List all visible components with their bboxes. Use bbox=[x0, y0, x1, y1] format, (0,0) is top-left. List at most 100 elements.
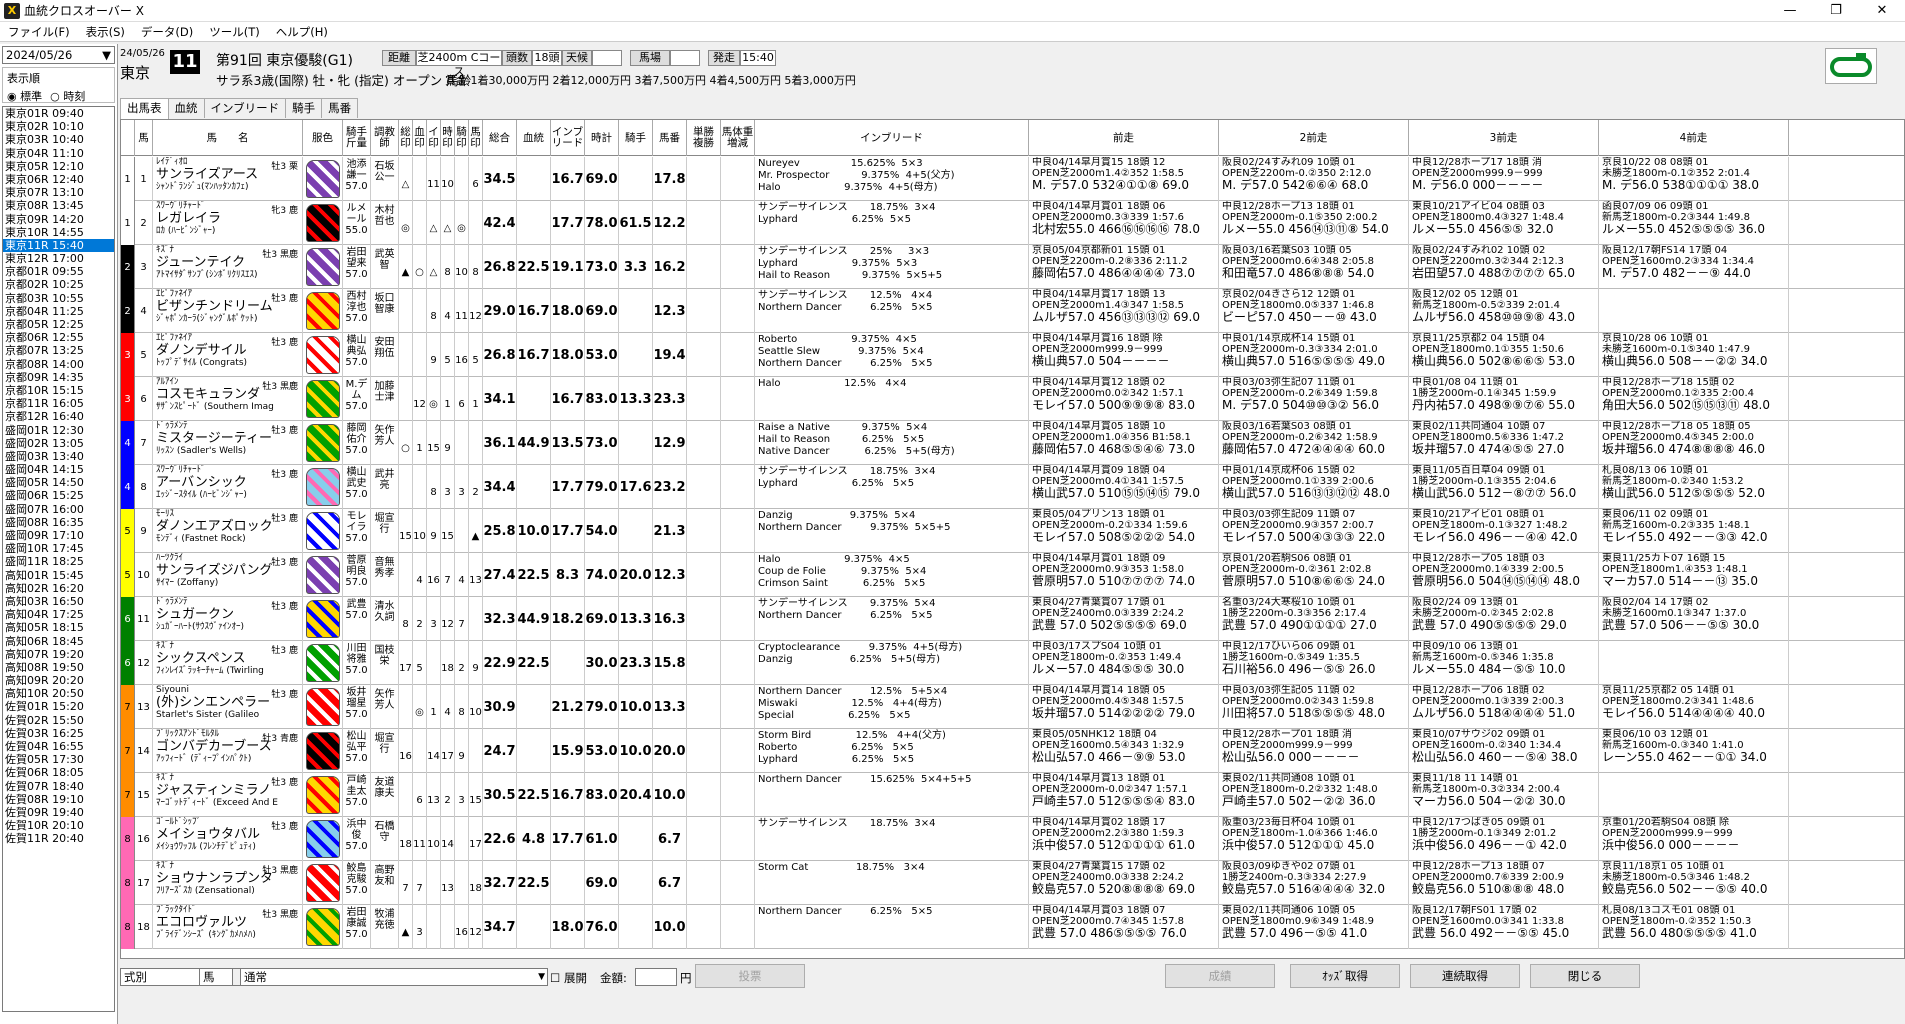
past-race-1[interactable]: 東良05/04プリン13 18頭 01 OPEN芝2000m-0.2①334 1:… bbox=[1029, 509, 1219, 553]
bet-button[interactable]: 投票 bbox=[695, 964, 805, 988]
jockey-cell[interactable]: 岩田望来 57.0 bbox=[343, 245, 371, 289]
past-race-3[interactable]: 中良12/28ホープ17 18頭 消 OPEN芝2000m999.9－999 M. … bbox=[1409, 157, 1599, 201]
tab-umaban[interactable]: 馬番 bbox=[321, 98, 359, 118]
entries-table[interactable]: 馬馬 名服色 騎手 斤量 調教 師総 印血 印イ 印時 印騎 印馬 印総合 血統 インブ… bbox=[120, 119, 1905, 959]
trainer-name[interactable]: 堀宣行 bbox=[371, 729, 399, 773]
past-race-4[interactable]: 京良10/22 08 08頭 01 未勝芝1800m-0.1②352 2:01.4… bbox=[1599, 157, 1789, 201]
mark-5[interactable]: ◎ bbox=[455, 201, 469, 245]
past-race-4[interactable]: 中良12/28ホープ18 15頭 02 OPEN芝2000m0.1②335 2:0… bbox=[1599, 377, 1789, 421]
mark-4[interactable]: 18 bbox=[441, 641, 455, 685]
jockey-cell[interactable]: 横山典弘 57.0 bbox=[343, 333, 371, 377]
mark-1[interactable] bbox=[399, 553, 413, 597]
jockey-name[interactable]: M.デム bbox=[346, 379, 368, 401]
race-list-item[interactable]: 京都08R 14:00 bbox=[3, 358, 114, 371]
jockey-cell[interactable]: 藤岡佑介 57.0 bbox=[343, 421, 371, 465]
past-race-3[interactable]: 東良11/18 11 14頭 01 新馬芝1800m-0.3②334 2:00.4… bbox=[1409, 773, 1599, 817]
mark-3[interactable]: 13 bbox=[427, 773, 441, 817]
past-race-1[interactable]: 中良04/14皐月賞12 18頭 02 OPEN芝2000m0.0②342 1:5… bbox=[1029, 377, 1219, 421]
mark-6[interactable] bbox=[469, 421, 483, 465]
past-race-1[interactable]: 東良04/27青葉賞07 17頭 01 OPEN芝2400m0.0③339 2:2… bbox=[1029, 597, 1219, 641]
mark-6[interactable]: 18 bbox=[469, 861, 483, 905]
jockey-cell[interactable]: 戸崎圭太 57.0 bbox=[343, 773, 371, 817]
table-row[interactable]: 6 11 ﾄﾞｩﾗﾒﾝﾃ シュガークン ｼｭｶﾞｰﾊｰﾄ(ｻｳｽｳﾞｧｲﾝｵｰ) 牡3 鹿… bbox=[121, 597, 1904, 641]
table-row[interactable]: 6 12 ｷｽﾞﾅ シックスペンス ﾌｨﾝﾚｲｽﾞﾗｯｷｰﾁｬｰﾑ (Twirling 牡… bbox=[121, 641, 1904, 685]
table-row[interactable]: 4 7 ﾄﾞｩﾗﾒﾝﾃ ミスタージーティー ﾘｯｽﾝ (Sadler's Wells) 牡… bbox=[121, 421, 1904, 465]
jockey-cell[interactable]: M.デム 57.0 bbox=[343, 377, 371, 421]
close-button[interactable]: 閉じる bbox=[1530, 964, 1640, 988]
past-race-3[interactable]: 中良12/28ホープ13 18頭 07 OPEN芝2000m0.7⑥339 2:0… bbox=[1409, 861, 1599, 905]
trainer-name[interactable]: 矢作芳人 bbox=[371, 421, 399, 465]
header-m2[interactable]: 血 印 bbox=[413, 120, 427, 156]
mark-4[interactable]: 1 bbox=[441, 377, 455, 421]
mark-5[interactable] bbox=[455, 157, 469, 201]
past-race-1[interactable]: 中良04/14皐月賞05 18頭 10 OPEN芝2000m1.0④356 B1:… bbox=[1029, 421, 1219, 465]
past-race-1[interactable]: 中良03/17スプS04 10頭 01 OPEN芝1800m-0.②353 1:4… bbox=[1029, 641, 1219, 685]
past-race-1[interactable]: 中良04/14皐月賞13 18頭 01 OPEN芝2000m-0.0②347 1:… bbox=[1029, 773, 1219, 817]
past-race-3[interactable]: 京良11/25京都2 04 15頭 04 OPEN芝1800m0.1①355 1:… bbox=[1409, 333, 1599, 377]
table-row[interactable]: 5 10 ﾊｰﾂｸﾗｲ サンライズジパング ｻｲﾏｰ (Zoffany) 牡3 鹿菅原明良… bbox=[121, 553, 1904, 597]
table-row[interactable]: 1 2 ｽﾜｰｳﾞﾘﾁｬｰﾄﾞ レガレイラ ﾛｶ (ﾊｰﾋﾞﾝｼﾞｬｰ) 牝3 鹿ルメール… bbox=[121, 201, 1904, 245]
race-list-item[interactable]: 高知07R 19:20 bbox=[3, 648, 114, 661]
past-race-4[interactable]: 京重01/20若駒S04 08頭 除 OPEN芝2000m999.9－999 浜中俊… bbox=[1599, 817, 1789, 861]
mark-6[interactable]: 12 bbox=[469, 905, 483, 949]
mark-1[interactable]: 15 bbox=[399, 509, 413, 553]
past-race-3[interactable]: 東良10/21アイビ01 08頭 01 OPEN芝1800m-0.1③327 1:… bbox=[1409, 509, 1599, 553]
mark-1[interactable]: 16 bbox=[399, 729, 413, 773]
race-list-item[interactable]: 京都06R 12:55 bbox=[3, 331, 114, 344]
race-list-item[interactable]: 高知06R 18:45 bbox=[3, 635, 114, 648]
past-race-4[interactable]: 東良06/10 03 12頭 01 新馬芝1600m-0.③340 1:41.0 レ… bbox=[1599, 729, 1789, 773]
header-m1[interactable]: 総 印 bbox=[399, 120, 413, 156]
mark-5[interactable]: 3 bbox=[455, 773, 469, 817]
past-race-2[interactable]: 阪良03/16若葉S03 10頭 05 OPEN芝2000m0.6④348 2:0… bbox=[1219, 245, 1409, 289]
race-list-item[interactable]: 盛岡02R 13:05 bbox=[3, 437, 114, 450]
mark-4[interactable]: 9 bbox=[441, 421, 455, 465]
mark-4[interactable]: 4 bbox=[441, 685, 455, 729]
mark-3[interactable]: 9 bbox=[427, 333, 441, 377]
table-row[interactable]: 7 14 ﾌﾞﾘｯｸｽｱﾝﾄﾞﾓﾙﾀﾙ ゴンバデカーブース ｱｯﾌｨｰﾄﾞ (ﾃﾞｨｰﾌ… bbox=[121, 729, 1904, 773]
past-race-2[interactable]: 阪良03/16若葉S03 08頭 01 OPEN芝2000m-0.2⑥342 1:… bbox=[1219, 421, 1409, 465]
mark-5[interactable]: 9 bbox=[455, 729, 469, 773]
race-list-item[interactable]: 京都03R 10:55 bbox=[3, 292, 114, 305]
mark-3[interactable] bbox=[427, 861, 441, 905]
mark-5[interactable] bbox=[455, 509, 469, 553]
mark-2[interactable]: 7 bbox=[413, 861, 427, 905]
jockey-name[interactable]: ルメール bbox=[347, 203, 367, 225]
mark-5[interactable]: 4 bbox=[455, 553, 469, 597]
minimize-icon[interactable]: — bbox=[1767, 0, 1813, 22]
horse-name-cell[interactable]: ｺﾞｰﾙﾄﾞｼｯﾌﾟ メイショウタバル ﾒｲｼｮｳﾜｯﾌﾙ (ﾌﾚﾝﾁﾃﾞﾋﾟｭﾃｨ… bbox=[153, 817, 303, 861]
past-race-4[interactable]: 京良11/18京1 05 10頭 01 未勝芝1800m-0.5③346 1:48… bbox=[1599, 861, 1789, 905]
mark-1[interactable]: ▲ bbox=[399, 245, 413, 289]
race-list-item[interactable]: 佐賀07R 18:40 bbox=[3, 780, 114, 793]
mark-6[interactable]: 2 bbox=[469, 465, 483, 509]
header-silk[interactable]: 服色 bbox=[303, 120, 343, 156]
jockey-name[interactable]: 川田将雅 bbox=[347, 643, 367, 665]
mark-6[interactable]: 12 bbox=[469, 289, 483, 333]
race-list-item[interactable]: 盛岡04R 14:15 bbox=[3, 463, 114, 476]
mark-5[interactable] bbox=[455, 817, 469, 861]
mark-3[interactable]: 8 bbox=[427, 465, 441, 509]
mark-4[interactable]: 5 bbox=[441, 333, 455, 377]
header-inb[interactable]: インブリード bbox=[755, 120, 1029, 156]
horse-name-cell[interactable]: ﾄﾞｩﾗﾒﾝﾃ シュガークン ｼｭｶﾞｰﾊｰﾄ(ｻｳｽｳﾞｧｲﾝｵｰ) 牡3 鹿 bbox=[153, 597, 303, 641]
jockey-cell[interactable]: 菅原明良 57.0 bbox=[343, 553, 371, 597]
past-race-2[interactable]: 中良12/28ホープ13 18頭 01 OPEN芝2000m-0.1⑤350 2:… bbox=[1219, 201, 1409, 245]
race-list-item[interactable]: 京都04R 11:25 bbox=[3, 305, 114, 318]
race-list-item[interactable]: 高知09R 20:20 bbox=[3, 674, 114, 687]
mark-2[interactable] bbox=[413, 333, 427, 377]
mark-5[interactable]: 16 bbox=[455, 905, 469, 949]
tab-pedigree[interactable]: 血統 bbox=[167, 98, 205, 118]
jockey-cell[interactable]: モレイラ 57.0 bbox=[343, 509, 371, 553]
race-list-item[interactable]: 東京06R 12:40 bbox=[3, 173, 114, 186]
race-list-item[interactable]: 佐賀04R 16:55 bbox=[3, 740, 114, 753]
tab-entries[interactable]: 出馬表 bbox=[120, 98, 169, 119]
race-list-item[interactable]: 盛岡03R 13:40 bbox=[3, 450, 114, 463]
past-race-3[interactable]: 阪良02/24 09 13頭 01 未勝芝2000m-0.②345 2:02.8 武… bbox=[1409, 597, 1599, 641]
mark-3[interactable]: 3 bbox=[427, 597, 441, 641]
past-race-2[interactable]: 中良12/28ホープ01 18頭 消 OPEN芝2000m999.9－999 松山弘… bbox=[1219, 729, 1409, 773]
jockey-cell[interactable]: 横山武史 57.0 bbox=[343, 465, 371, 509]
race-list-item[interactable]: 盛岡09R 17:10 bbox=[3, 529, 114, 542]
trainer-name[interactable]: 坂口智康 bbox=[371, 289, 399, 333]
past-race-2[interactable]: 中良12/17ひいら06 09頭 01 1勝芝1600m-0.⑤349 1:35.… bbox=[1219, 641, 1409, 685]
mark-1[interactable] bbox=[399, 465, 413, 509]
race-list-item[interactable]: 京都10R 15:15 bbox=[3, 384, 114, 397]
